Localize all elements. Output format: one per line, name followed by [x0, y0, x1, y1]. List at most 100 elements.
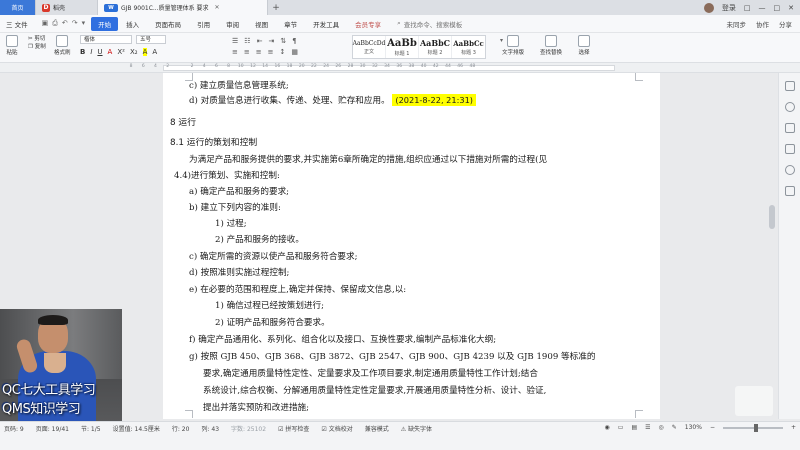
menu-item-developer[interactable]: 开发工具: [305, 19, 347, 29]
superscript-icon[interactable]: X²: [117, 48, 125, 56]
share-pane-icon[interactable]: [784, 186, 795, 196]
font-color-icon[interactable]: A: [108, 48, 113, 56]
char-shading-icon[interactable]: A: [152, 48, 157, 56]
numbered-list-icon[interactable]: ☷: [244, 37, 250, 45]
zoom-slider-knob[interactable]: [754, 423, 759, 432]
tab-document[interactable]: W GJB 9001C...质量管理体系 要求 ✕: [98, 0, 268, 15]
align-left-icon[interactable]: ≡: [232, 48, 238, 56]
file-menu[interactable]: 三 文件: [0, 19, 36, 29]
share-button[interactable]: 分享: [779, 19, 792, 29]
indent-icon[interactable]: ⇥: [268, 37, 274, 45]
maximize-icon[interactable]: □: [774, 4, 781, 12]
close-tab-icon[interactable]: ✕: [215, 4, 220, 11]
list-item: c) 建立质量信息管理系统;: [189, 81, 289, 91]
select-button[interactable]: 选择: [578, 35, 590, 56]
tab-home-label: 首页: [11, 5, 24, 12]
bullet-list-icon[interactable]: ☰: [232, 37, 238, 45]
close-window-icon[interactable]: ✕: [788, 4, 794, 12]
sort-icon[interactable]: ⇅: [280, 37, 286, 45]
style-heading2[interactable]: AaBbC 标题 2: [419, 36, 452, 58]
brush-icon: [56, 35, 69, 47]
style-heading1-name: 标题 1: [394, 50, 410, 57]
borders-icon[interactable]: ▦: [291, 48, 298, 56]
menu-item-review[interactable]: 审阅: [218, 19, 247, 29]
zoom-slider[interactable]: [722, 423, 783, 432]
line-spacing-icon[interactable]: ↕: [280, 48, 286, 56]
tab-home[interactable]: 首页: [0, 0, 36, 15]
save-icon[interactable]: ▣: [42, 19, 49, 28]
list-item: d) 对质量信息进行收集、传递、处理、贮存和应用。 (2021-8-22, 21…: [189, 94, 476, 106]
ruler-tick-label: 22: [311, 64, 317, 69]
find-replace-button[interactable]: 查找替换: [540, 35, 562, 56]
command-search[interactable]: ⌕ 查找命令、搜索模板: [397, 19, 462, 29]
doc-check-button[interactable]: ☑ 文档校对: [321, 424, 352, 433]
location-icon[interactable]: [784, 102, 795, 112]
highlight-icon[interactable]: A: [142, 48, 148, 56]
justify-icon[interactable]: ≡: [268, 48, 274, 56]
sync-status[interactable]: 未同步: [727, 19, 747, 29]
style-pane-icon[interactable]: [784, 123, 795, 133]
paste-button[interactable]: 粘贴: [6, 35, 18, 56]
missing-font-button[interactable]: ⚠ 缺失字体: [401, 424, 432, 433]
list-item: d) 按照准则实施过程控制;: [189, 268, 290, 278]
align-center-icon[interactable]: ≡: [244, 48, 250, 56]
cut-button[interactable]: ✂ 剪切: [28, 35, 46, 43]
zoom-out-button[interactable]: −: [710, 424, 715, 431]
new-tab-button[interactable]: +: [268, 0, 284, 15]
globe-icon[interactable]: ◎: [659, 424, 664, 431]
vertical-scrollbar[interactable]: [768, 73, 776, 419]
horizontal-ruler[interactable]: 8 6 4 2 2 4 6 8 10 12 14 16 18 20 22 24 26 28 30 32 34 36 38 40…: [0, 63, 800, 73]
copy-button[interactable]: ❐ 复制: [28, 43, 46, 51]
font-name-select[interactable]: 楷体: [80, 35, 132, 44]
style-heading2-sample: AaBbC: [419, 38, 451, 48]
menu-item-insert[interactable]: 插入: [118, 19, 147, 29]
bold-icon[interactable]: B: [80, 48, 85, 56]
layout-icon[interactable]: □: [744, 4, 751, 12]
outdent-icon[interactable]: ⇤: [257, 37, 263, 45]
cursor-icon: [578, 35, 590, 47]
align-right-icon[interactable]: ≡: [256, 48, 262, 56]
pen-icon[interactable]: ✎: [672, 424, 677, 431]
format-painter-button[interactable]: 格式刷: [54, 35, 71, 56]
zoom-level[interactable]: 130%: [685, 424, 702, 431]
status-word-count[interactable]: 字数: 25102: [231, 424, 266, 433]
redo-icon[interactable]: ↷: [72, 19, 78, 28]
collaborate-button[interactable]: 协作: [756, 19, 769, 29]
outline-view-icon[interactable]: ☰: [645, 424, 650, 431]
tool-icon[interactable]: [784, 81, 795, 91]
web-view-icon[interactable]: ▤: [631, 424, 637, 431]
style-body[interactable]: AaBbCcDd 正文: [353, 36, 386, 58]
text-layout-button[interactable]: 文字排版: [502, 35, 524, 56]
page-view-icon[interactable]: ▭: [618, 424, 624, 431]
show-marks-icon[interactable]: ¶: [292, 37, 296, 45]
ruler-tick-label: 32: [371, 64, 378, 69]
status-pages[interactable]: 页面: 19/41: [36, 424, 69, 433]
menu-item-section[interactable]: 章节: [276, 19, 305, 29]
subscript-icon[interactable]: X₂: [130, 48, 138, 56]
menu-item-layout[interactable]: 页面布局: [147, 19, 189, 29]
more-icon[interactable]: ▾: [82, 19, 86, 28]
spell-check-button[interactable]: ☑ 拼写检查: [278, 424, 309, 433]
print-icon[interactable]: ⎙: [52, 19, 58, 28]
undo-icon[interactable]: ↶: [62, 19, 68, 28]
avatar[interactable]: [703, 2, 714, 13]
menu-item-references[interactable]: 引用: [189, 19, 218, 29]
help-icon[interactable]: [784, 165, 795, 175]
style-heading1[interactable]: AaBb 标题 1: [386, 36, 419, 58]
menu-item-view[interactable]: 视图: [247, 19, 276, 29]
status-page[interactable]: 页码: 9: [4, 424, 24, 433]
menu-item-start[interactable]: 开始: [91, 16, 119, 31]
underline-icon[interactable]: U: [97, 48, 102, 56]
minimize-icon[interactable]: —: [759, 4, 766, 12]
select-pane-icon[interactable]: [784, 144, 795, 154]
ribbon: 粘贴 ✂ 剪切 ❐ 复制 格式刷 楷体 五号 B I U A X² X₂ A A: [0, 33, 800, 63]
login-button[interactable]: 登录: [722, 3, 736, 13]
italic-icon[interactable]: I: [90, 48, 92, 56]
tab-daoke[interactable]: D 稻壳: [36, 0, 98, 15]
menu-item-member[interactable]: 会员专享: [347, 19, 389, 29]
style-heading3[interactable]: AaBbCc 标题 3: [452, 36, 485, 58]
zoom-in-button[interactable]: +: [791, 424, 796, 431]
eye-icon[interactable]: ◉: [605, 424, 610, 431]
font-size-select[interactable]: 五号: [136, 35, 166, 44]
scrollbar-thumb[interactable]: [769, 205, 775, 229]
